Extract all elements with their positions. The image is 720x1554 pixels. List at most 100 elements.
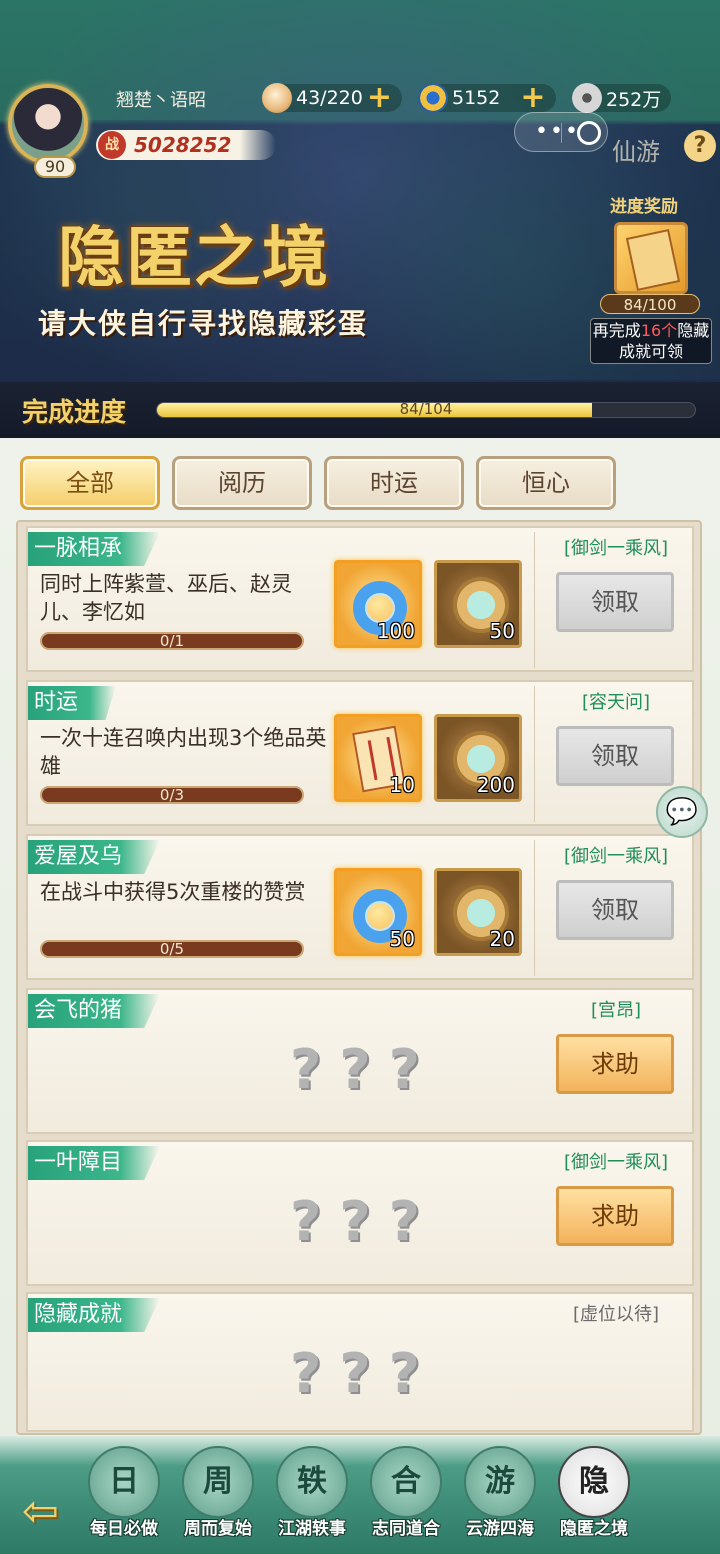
- title-reward: [容天问]: [581, 692, 651, 713]
- coin-value: 252万: [606, 88, 662, 111]
- add-jade-button[interactable]: +: [520, 83, 545, 113]
- jade-value: 5152: [452, 87, 501, 109]
- claim-button[interactable]: 领取: [556, 880, 674, 940]
- tab-perseverance[interactable]: 恒心: [476, 456, 616, 510]
- tab-all[interactable]: 全部: [20, 456, 160, 510]
- help-button[interactable]: ?: [684, 130, 716, 162]
- reward-count: 10: [389, 773, 415, 797]
- nav-travel[interactable]: 游 云游四海: [454, 1446, 546, 1550]
- scroll-reward-icon[interactable]: [614, 222, 688, 294]
- achievement-card: 一脉相承 同时上阵紫萱、巫后、赵灵儿、李忆如 0/1 100 50 [御剑一乘风…: [26, 526, 694, 672]
- miniprogram-capsule: •••: [514, 112, 608, 152]
- divider: [534, 686, 535, 822]
- nav-daily[interactable]: 日 每日必做: [78, 1446, 170, 1550]
- hidden-marks: ???: [290, 1038, 438, 1101]
- achievement-title: 隐藏成就: [28, 1298, 161, 1332]
- stamina-value: 43/220: [296, 87, 363, 109]
- tip-count: 16个: [640, 321, 678, 340]
- page-title: 隐匿之境: [58, 218, 330, 296]
- divider: [534, 840, 535, 976]
- nav-companion[interactable]: 合 志同道合: [360, 1446, 452, 1550]
- achievement-progress: 0/3: [40, 786, 304, 804]
- reward-count: 50: [389, 927, 415, 951]
- capsule-divider: [561, 123, 562, 143]
- nav-anecdote[interactable]: 轶 江湖轶事: [266, 1446, 358, 1550]
- add-stamina-button[interactable]: +: [367, 83, 392, 113]
- divider: [534, 532, 535, 668]
- power-icon: 战: [98, 131, 126, 159]
- reward-tip: 再完成16个隐藏成就可领: [590, 318, 712, 364]
- nav-label: 志同道合: [372, 1519, 440, 1539]
- combat-power: 战 5028252: [96, 130, 276, 160]
- coin-icon: [572, 83, 602, 113]
- nav-label: 隐匿之境: [560, 1519, 628, 1539]
- reward-count: 20: [489, 927, 515, 951]
- title-reward: [御剑一乘风]: [563, 846, 669, 867]
- nav-hidden[interactable]: 隐 隐匿之境: [548, 1446, 640, 1550]
- nav-label: 每日必做: [90, 1519, 158, 1539]
- hidden-marks: ???: [290, 1342, 438, 1405]
- completion-progress: 完成进度 84/104: [0, 382, 720, 438]
- achievement-title: 一叶障目: [28, 1146, 161, 1180]
- achievement-progress: 0/1: [40, 632, 304, 650]
- anecdote-icon: 轶: [276, 1446, 348, 1518]
- reward-item[interactable]: 10: [334, 714, 422, 802]
- player-avatar[interactable]: 90: [8, 84, 96, 178]
- progress-text: 84/104: [399, 400, 453, 418]
- reward-item[interactable]: 20: [434, 868, 522, 956]
- resource-jade: 5152 +: [418, 83, 556, 113]
- reward-item[interactable]: 50: [334, 868, 422, 956]
- chat-icon[interactable]: 💬: [656, 786, 708, 838]
- resource-coin: 252万: [572, 83, 672, 113]
- achievement-title: 爱屋及乌: [28, 840, 161, 874]
- ask-help-button[interactable]: 求助: [556, 1186, 674, 1246]
- tab-fortune[interactable]: 时运: [324, 456, 464, 510]
- achievement-title: 一脉相承: [28, 532, 161, 566]
- hidden-icon: 隐: [558, 1446, 630, 1518]
- player-name: 翘楚丶语昭: [116, 90, 206, 111]
- achievement-desc: 同时上阵紫萱、巫后、赵灵儿、李忆如: [40, 572, 292, 624]
- achievement-card: 爱屋及乌 在战斗中获得5次重楼的赞赏 0/5 50 20 [御剑一乘风] 领取: [26, 834, 694, 980]
- weekly-icon: 周: [182, 1446, 254, 1518]
- nav-label: 江湖轶事: [278, 1519, 346, 1539]
- hidden-achievement-card: 一叶障目 ??? [御剑一乘风] 求助: [26, 1140, 694, 1286]
- achievement-desc: 在战斗中获得5次重楼的赞赏: [40, 880, 306, 904]
- progress-reward[interactable]: 进度奖励 84/100 再完成16个隐藏成就可领: [590, 192, 712, 364]
- claim-button[interactable]: 领取: [556, 726, 674, 786]
- title-reward: [御剑一乘风]: [563, 538, 669, 559]
- title-reward: [宫昂]: [590, 1000, 642, 1021]
- daily-icon: 日: [88, 1446, 160, 1518]
- reward-item[interactable]: 200: [434, 714, 522, 802]
- close-record-icon[interactable]: [577, 121, 601, 145]
- reward-item[interactable]: 100: [334, 560, 422, 648]
- reward-item[interactable]: 50: [434, 560, 522, 648]
- brand-watermark: 仙游: [612, 138, 660, 166]
- companion-icon: 合: [370, 1446, 442, 1518]
- level-badge: 90: [34, 156, 76, 178]
- reward-progress: 84/100: [600, 294, 700, 314]
- ask-help-button[interactable]: 求助: [556, 1034, 674, 1094]
- achievement-desc: 一次十连召唤内出现3个绝品英雄: [40, 726, 327, 778]
- tip-prefix: 再完成: [592, 321, 641, 340]
- achievement-title: 时运: [28, 686, 117, 720]
- reward-count: 200: [476, 773, 515, 797]
- claim-button[interactable]: 领取: [556, 572, 674, 632]
- hidden-achievement-card: 会飞的猪 ??? [宫昂] 求助: [26, 988, 694, 1134]
- reward-count: 100: [376, 619, 415, 643]
- progress-label: 完成进度: [22, 398, 127, 428]
- bun-icon: [262, 83, 292, 113]
- back-arrow-icon[interactable]: ⇦: [22, 1486, 59, 1537]
- travel-icon: 游: [464, 1446, 536, 1518]
- more-icon[interactable]: •••: [535, 119, 580, 144]
- page-subtitle: 请大侠自行寻找隐藏彩蛋: [38, 307, 369, 340]
- bottom-nav: ⇦ 日 每日必做 周 周而复始 轶 江湖轶事 合 志同道合 游 云游四海 隐 隐…: [0, 1436, 720, 1554]
- progress-reward-label: 进度奖励: [610, 197, 678, 217]
- hidden-marks: ???: [290, 1190, 438, 1253]
- tab-experience[interactable]: 阅历: [172, 456, 312, 510]
- title-reward: [御剑一乘风]: [563, 1152, 669, 1173]
- achievement-progress: 0/5: [40, 940, 304, 958]
- nav-weekly[interactable]: 周 周而复始: [172, 1446, 264, 1550]
- jade-icon: [418, 83, 448, 113]
- reward-count: 50: [489, 619, 515, 643]
- avatar: [8, 84, 88, 164]
